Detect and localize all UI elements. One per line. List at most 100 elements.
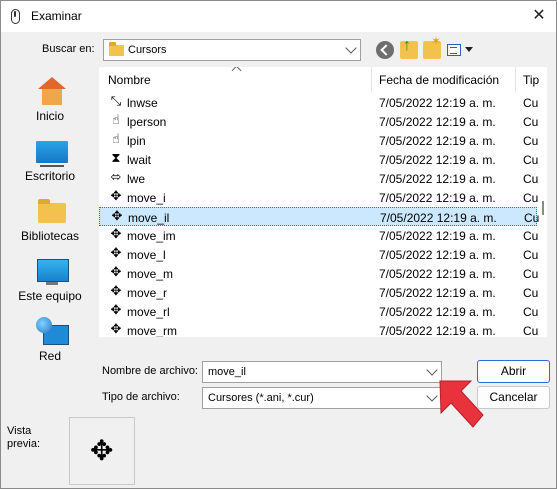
file-date: 7/05/2022 12:19 a. m.	[379, 172, 496, 186]
file-row[interactable]: ☝ lpin 7/05/2022 12:19 a. m. Cu	[99, 131, 539, 150]
file-row[interactable]: ⧗ lwait 7/05/2022 12:19 a. m. Cu	[99, 150, 539, 169]
file-row[interactable]: ✥ move_rl 7/05/2022 12:19 a. m. Cu	[99, 302, 539, 321]
libraries-icon	[36, 197, 68, 227]
lookin-label: Buscar en:	[42, 43, 95, 55]
file-name: lnwse	[127, 96, 158, 110]
title-bar: Examinar ✕	[1, 1, 556, 32]
file-row[interactable]: ✥ move_im 7/05/2022 12:19 a. m. Cu	[99, 226, 539, 245]
place-label: Este equipo	[18, 289, 82, 303]
file-row[interactable]: ✥ move_i 7/05/2022 12:19 a. m. Cu	[99, 188, 539, 207]
cursor-preview: ✥	[69, 417, 135, 485]
view-menu-icon[interactable]	[447, 44, 461, 56]
place-this-pc[interactable]: Este equipo	[6, 251, 94, 307]
lookin-dropdown[interactable]: Cursors	[103, 39, 361, 61]
cursor-file-icon: ☝	[112, 113, 120, 128]
column-name-header[interactable]: Nombre	[108, 73, 151, 87]
cursor-file-icon: ✥	[110, 265, 122, 280]
filename-input[interactable]: move_il	[202, 361, 442, 383]
file-name: lwe	[127, 172, 146, 186]
file-row[interactable]: ✥ move_r 7/05/2022 12:19 a. m. Cu	[99, 283, 539, 302]
place-desktop[interactable]: Escritorio	[6, 131, 94, 187]
file-row[interactable]: ✥ move_rm 7/05/2022 12:19 a. m. Cu	[99, 321, 539, 337]
file-row[interactable]: ⬄ lwe 7/05/2022 12:19 a. m. Cu	[99, 169, 539, 188]
file-date: 7/05/2022 12:19 a. m.	[379, 305, 496, 319]
file-name: move_i	[127, 191, 166, 205]
filetype-label: Tipo de archivo:	[102, 391, 180, 403]
filename-value: move_il	[208, 366, 246, 378]
preview-label: Vista previa:	[7, 425, 41, 450]
file-row[interactable]: ⤡ lnwse 7/05/2022 12:19 a. m. Cu	[99, 93, 539, 112]
desktop-icon	[36, 137, 68, 167]
new-folder-icon[interactable]	[423, 34, 441, 59]
back-arrow-icon[interactable]	[376, 41, 394, 59]
place-network[interactable]: Red	[6, 311, 94, 367]
file-date: 7/05/2022 12:19 a. m.	[380, 211, 497, 225]
cursor-file-icon: ⤡	[110, 94, 122, 109]
filetype-select[interactable]: Cursores (*.ani, *.cur)	[202, 387, 442, 409]
view-dropdown-arrow-icon[interactable]	[465, 47, 473, 52]
file-row[interactable]: ✥ move_l 7/05/2022 12:19 a. m. Cu	[99, 245, 539, 264]
cancel-button[interactable]: Cancelar	[477, 386, 550, 409]
file-type: Cu	[523, 153, 539, 167]
file-name: move_rl	[127, 305, 170, 319]
file-date: 7/05/2022 12:19 a. m.	[379, 324, 496, 337]
column-type-header[interactable]: Tip	[523, 73, 539, 87]
home-icon	[36, 77, 68, 107]
column-divider[interactable]	[515, 67, 516, 93]
close-icon[interactable]: ✕	[526, 4, 552, 28]
file-type: Cu	[523, 305, 539, 319]
place-label: Inicio	[35, 109, 64, 123]
file-type: Cu	[523, 96, 539, 110]
open-button[interactable]: Abrir	[477, 360, 550, 383]
file-date: 7/05/2022 12:19 a. m.	[379, 229, 496, 243]
file-type: Cu	[523, 267, 539, 281]
cursor-file-icon: ☝	[112, 132, 120, 147]
file-type: Cu	[523, 172, 539, 186]
file-name: lpin	[127, 134, 146, 148]
folder-icon	[109, 42, 124, 56]
file-type: Cu	[524, 211, 540, 225]
place-libraries[interactable]: Bibliotecas	[6, 191, 94, 247]
up-folder-icon[interactable]	[400, 37, 418, 59]
cursor-file-icon: ⧗	[111, 151, 121, 166]
move-cursor-preview-icon: ✥	[90, 434, 114, 467]
file-type: Cu	[523, 115, 539, 129]
column-date-header[interactable]: Fecha de modificación	[379, 73, 499, 87]
place-label: Escritorio	[24, 169, 75, 183]
chevron-down-icon[interactable]	[426, 364, 438, 376]
cursor-file-icon: ✥	[110, 246, 122, 261]
file-row[interactable]: ☝ lperson 7/05/2022 12:19 a. m. Cu	[99, 112, 539, 131]
cursor-file-icon: ✥	[110, 303, 122, 318]
file-type: Cu	[523, 191, 539, 205]
file-name: move_rm	[127, 324, 178, 337]
sort-ascending-icon	[231, 67, 242, 76]
file-date: 7/05/2022 12:19 a. m.	[379, 96, 496, 110]
vertical-scrollbar[interactable]	[539, 67, 547, 337]
cursor-file-icon: ✥	[110, 227, 122, 242]
cursor-file-icon: ✥	[110, 189, 122, 204]
lookin-value: Cursors	[128, 44, 167, 56]
file-row[interactable]: ✥ move_il 7/05/2022 12:19 a. m. Cu	[99, 207, 540, 226]
file-list[interactable]: Nombre Fecha de modificación Tip ⤡ lnwse 7…	[99, 67, 545, 337]
cursor-file-icon: ✥	[110, 284, 122, 299]
computer-icon	[36, 257, 69, 287]
file-date: 7/05/2022 12:19 a. m.	[379, 286, 496, 300]
filename-label: Nombre de archivo:	[102, 365, 198, 377]
file-type: Cu	[523, 324, 539, 337]
place-label: Bibliotecas	[20, 229, 80, 243]
place-home[interactable]: Inicio	[6, 71, 94, 127]
cursor-file-icon: ✥	[110, 322, 122, 337]
file-row[interactable]: ✥ move_m 7/05/2022 12:19 a. m. Cu	[99, 264, 539, 283]
chevron-down-icon[interactable]	[345, 42, 357, 54]
file-name: move_il	[128, 211, 170, 225]
cursor-file-icon: ⬄	[110, 170, 122, 185]
place-label: Red	[38, 349, 61, 363]
file-name: move_m	[127, 267, 174, 281]
scroll-thumb[interactable]	[542, 201, 544, 215]
chevron-down-icon[interactable]	[426, 390, 438, 402]
filetype-value: Cursores (*.ani, *.cur)	[208, 392, 314, 404]
window-title: Examinar	[31, 9, 82, 23]
file-type: Cu	[523, 134, 539, 148]
open-file-dialog: Examinar ✕ Buscar en: Cursors Inicio Esc…	[0, 0, 557, 489]
column-divider[interactable]	[371, 67, 372, 93]
